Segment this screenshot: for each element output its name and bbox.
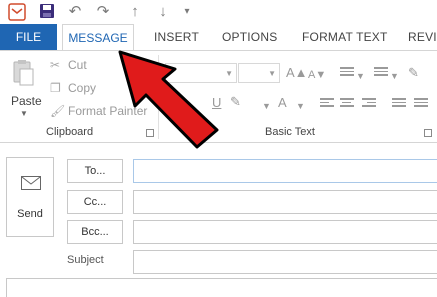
clipboard-group-label: Clipboard	[46, 126, 94, 138]
subject-field[interactable]	[133, 250, 437, 274]
undo-icon[interactable]: ↶	[66, 3, 84, 21]
chevron-down-icon: ▼	[225, 69, 233, 78]
grow-font-icon[interactable]: A▲	[286, 65, 308, 81]
align-left-icon[interactable]	[320, 98, 334, 110]
subject-label: Subject	[67, 254, 104, 266]
shrink-font-icon[interactable]: A▼	[308, 67, 326, 83]
tab-file[interactable]: FILE	[0, 24, 57, 50]
numbering-dropdown-icon[interactable]: ▼	[390, 68, 399, 84]
increase-indent-icon[interactable]	[414, 98, 428, 110]
tab-insert[interactable]: INSERT	[154, 24, 199, 50]
underline-button[interactable]: U	[212, 95, 221, 111]
outlook-app-icon	[8, 3, 26, 21]
quick-access-toolbar: ↶ ↷ ↑ ↓ ▾	[0, 0, 437, 24]
numbering-icon[interactable]	[374, 67, 388, 79]
message-body[interactable]	[6, 278, 437, 297]
chevron-down-icon: ▼	[268, 69, 276, 78]
align-right-icon[interactable]	[362, 98, 376, 110]
customize-qat-icon[interactable]: ▾	[178, 3, 196, 21]
send-button[interactable]: Send	[6, 157, 54, 237]
clipboard-launcher-icon[interactable]	[146, 129, 154, 137]
bullets-icon[interactable]	[340, 67, 354, 79]
cut-button[interactable]: ✂ Cut	[50, 56, 87, 74]
format-painter-label: Format Painter	[68, 104, 148, 118]
bcc-field[interactable]	[133, 220, 437, 244]
paste-dropdown-icon[interactable]: ▼	[20, 109, 28, 118]
copy-icon: ❐	[50, 81, 61, 95]
grow-font-label: A	[286, 65, 295, 80]
font-size-dropdown[interactable]: ▼	[238, 63, 280, 83]
font-color-button[interactable]: A	[278, 95, 287, 111]
copy-button[interactable]: ❐ Copy	[50, 79, 96, 97]
cut-label: Cut	[68, 58, 87, 72]
to-field[interactable]	[133, 159, 437, 183]
send-envelope-icon	[21, 176, 41, 190]
tab-message[interactable]: MESSAGE	[62, 24, 134, 50]
to-button[interactable]: To...	[67, 159, 123, 183]
basic-text-launcher-icon[interactable]	[424, 129, 432, 137]
down-arrow-icon[interactable]: ↓	[154, 3, 172, 21]
bullets-dropdown-icon[interactable]: ▼	[356, 68, 365, 84]
highlight-icon[interactable]: ✎	[230, 94, 241, 110]
clear-formatting-icon[interactable]: ✎	[408, 65, 419, 81]
up-arrow-icon[interactable]: ↑	[126, 3, 144, 21]
tab-format-text[interactable]: FORMAT TEXT	[302, 24, 388, 50]
paste-button[interactable]: Paste	[11, 94, 42, 108]
scissors-icon: ✂	[50, 58, 61, 72]
tab-options[interactable]: OPTIONS	[222, 24, 277, 50]
paste-icon[interactable]	[11, 59, 35, 87]
copy-label: Copy	[68, 81, 97, 95]
redo-icon[interactable]: ↷	[94, 3, 112, 21]
cc-button[interactable]: Cc...	[67, 190, 123, 214]
bcc-button[interactable]: Bcc...	[67, 220, 123, 244]
format-painter-button[interactable]: 🖌 Format Painter	[50, 102, 147, 120]
highlight-dropdown-icon[interactable]: ▼	[262, 98, 271, 114]
save-icon[interactable]	[38, 3, 56, 21]
decrease-indent-icon[interactable]	[392, 98, 406, 110]
send-label: Send	[17, 208, 43, 220]
tab-review[interactable]: REVIE	[408, 24, 437, 50]
basic-text-group-label: Basic Text	[265, 126, 315, 138]
brush-icon: 🖌	[50, 104, 66, 118]
group-divider	[158, 55, 159, 139]
ribbon-tabs: FILE MESSAGE INSERT OPTIONS FORMAT TEXT …	[0, 24, 437, 50]
align-center-icon[interactable]	[340, 98, 354, 110]
font-color-dropdown-icon[interactable]: ▼	[296, 98, 305, 114]
font-name-dropdown[interactable]: ▼	[165, 63, 237, 83]
cc-field[interactable]	[133, 190, 437, 214]
ribbon: Paste ▼ ✂ Cut ❐ Copy 🖌 Format Painter Clipb…	[0, 50, 437, 143]
